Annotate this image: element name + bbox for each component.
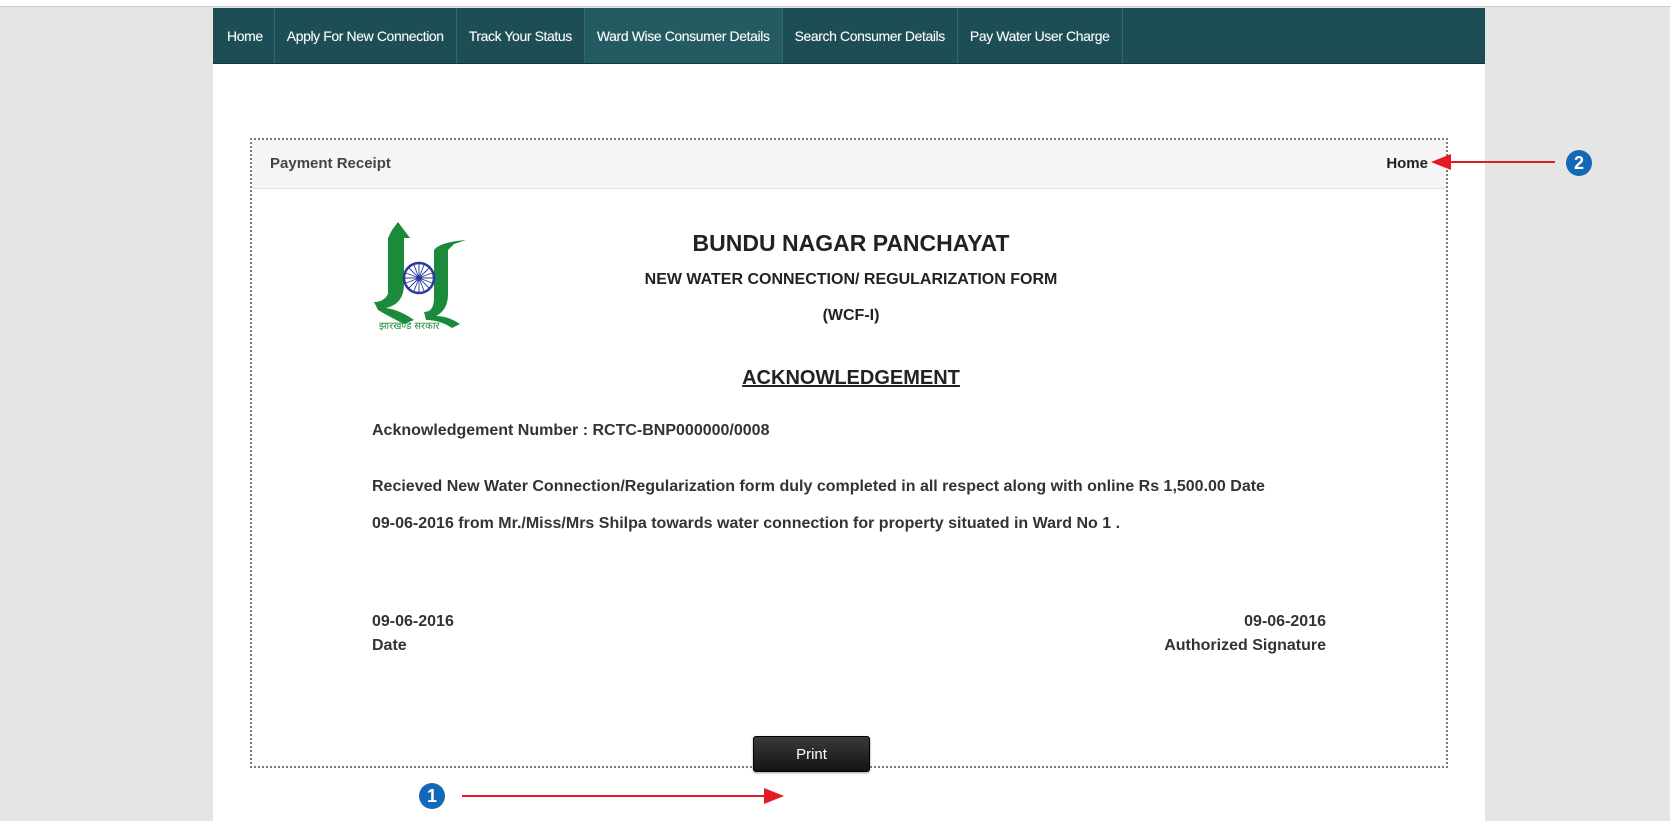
callout-badge-two: 2	[1566, 150, 1592, 176]
annotation-overlay	[462, 154, 1555, 804]
callout-badge-one: 1	[419, 783, 445, 809]
